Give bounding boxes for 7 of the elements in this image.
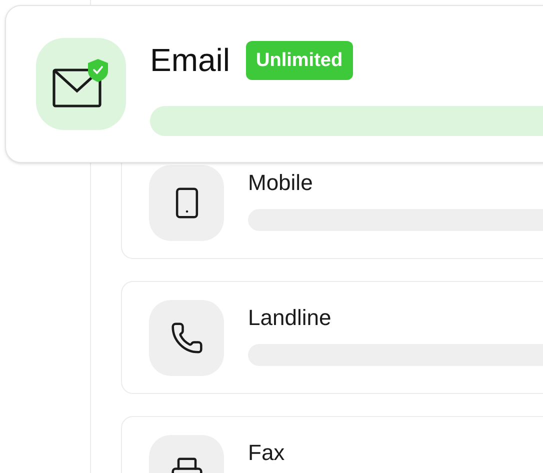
envelope-shield-icon [52,58,110,110]
plan-badge: Unlimited [246,40,353,80]
channel-name: Email [150,41,230,80]
phone-icon [170,321,204,355]
channel-name: Mobile [248,169,314,197]
channel-name: Landline [248,304,332,332]
channel-name: Fax [248,439,286,467]
